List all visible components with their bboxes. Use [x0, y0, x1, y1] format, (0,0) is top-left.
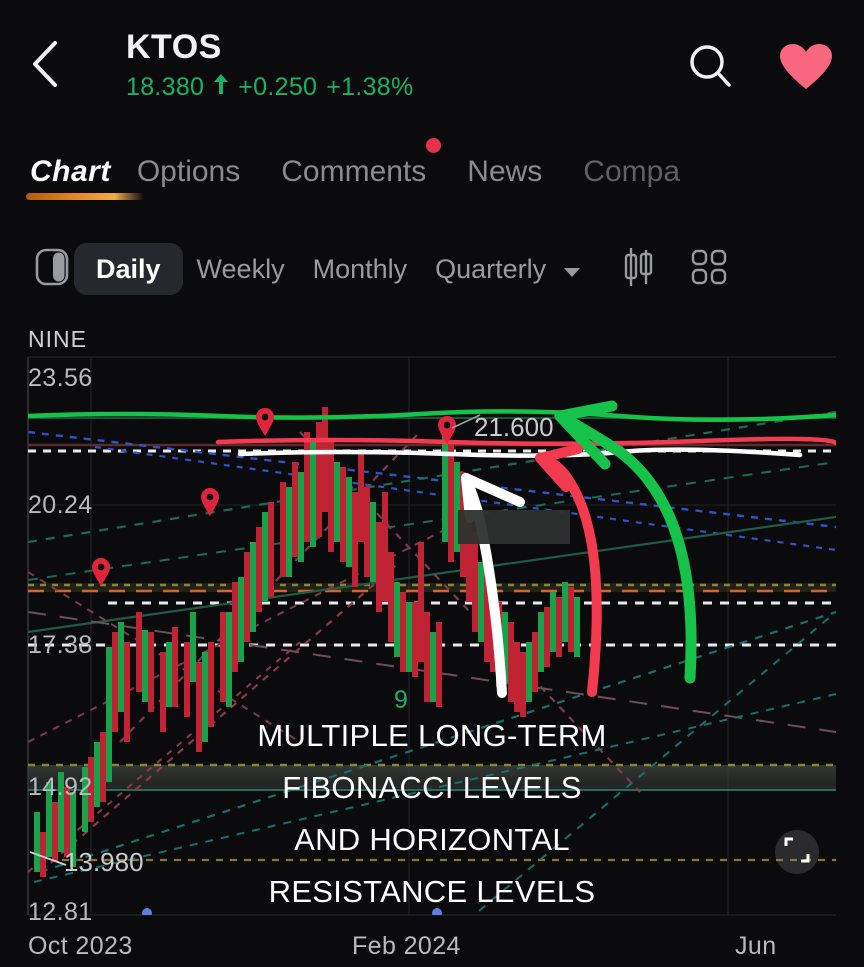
- quote-change-percent: +1.38%: [326, 73, 414, 101]
- quote-price: 18.380: [126, 73, 205, 101]
- tab-options-label: Options: [136, 155, 241, 188]
- symbol-block[interactable]: KTOS 18.380 +0.250 +1.38%: [126, 26, 414, 102]
- y-axis-label-2356: 23.56: [28, 364, 93, 392]
- search-button[interactable]: [684, 40, 738, 94]
- signal-marker-9-a: [256, 408, 274, 436]
- arrow-up-icon: [213, 72, 229, 102]
- timeframe-monthly[interactable]: Monthly: [299, 243, 422, 295]
- chart-type-button[interactable]: [617, 247, 661, 291]
- tab-comments[interactable]: Comments: [281, 138, 447, 194]
- fullscreen-button[interactable]: [775, 830, 819, 874]
- timeframe-quarterly-label: Quarterly: [435, 254, 547, 284]
- y-axis-label-1281: 12.81: [28, 898, 93, 926]
- search-icon: [684, 45, 738, 98]
- layout-grid-button[interactable]: [687, 247, 731, 291]
- timeframe-toolbar: Daily Weekly Monthly Quarterly: [0, 238, 864, 300]
- y-axis-label-1738: 17.38: [28, 631, 93, 659]
- signal-marker-9-d: [92, 558, 110, 586]
- x-axis-label-jun: Jun: [735, 932, 777, 960]
- grid-four-icon: [690, 248, 728, 291]
- split-panel-icon: [34, 247, 70, 292]
- price-tag-13980: 13.980: [64, 847, 144, 877]
- timeframe-quarterly[interactable]: Quarterly: [421, 243, 595, 295]
- section-tabs: Chart Options Comments News Compa: [0, 138, 864, 212]
- tab-company-label: Compa: [583, 155, 681, 188]
- tab-chart[interactable]: Chart: [26, 150, 144, 200]
- candlestick-icon: [620, 246, 658, 293]
- x-axis-label-feb2024: Feb 2024: [352, 932, 461, 960]
- price-tag-21600: 21.600: [474, 412, 554, 442]
- chart-container[interactable]: NINE 9 23.56 20.24 17.38 14.92 12.81 21.…: [0, 312, 864, 967]
- split-panel-button[interactable]: [30, 247, 74, 291]
- chart-value-box: [458, 510, 570, 544]
- ticker-symbol: KTOS: [126, 28, 222, 66]
- heart-icon: [778, 44, 834, 96]
- signal-marker-9-e: 9: [394, 686, 408, 714]
- favorite-button[interactable]: [778, 42, 834, 92]
- comments-badge-dot: [426, 138, 442, 153]
- tab-options[interactable]: Options: [137, 150, 261, 194]
- timeframe-daily[interactable]: Daily: [74, 243, 183, 295]
- stock-chart-screen: KTOS 18.380 +0.250 +1.38% Chart Options …: [0, 0, 864, 967]
- x-axis-label-oct2023: Oct 2023: [28, 932, 133, 960]
- tab-chart-label: Chart: [30, 155, 111, 188]
- signal-marker-9-c: [201, 488, 219, 516]
- header-bar: KTOS 18.380 +0.250 +1.38%: [0, 0, 864, 135]
- tab-company[interactable]: Compa: [583, 150, 701, 194]
- axis-event-dots[interactable]: [142, 908, 442, 918]
- timeframe-weekly[interactable]: Weekly: [183, 243, 299, 295]
- tab-news-label: News: [467, 155, 543, 188]
- quote-change: +0.250: [238, 73, 318, 101]
- active-tab-underline: [26, 193, 144, 200]
- y-axis-label-1492: 14.92: [28, 773, 93, 801]
- quote-row: 18.380 +0.250 +1.38%: [126, 72, 414, 102]
- chevron-left-icon: [27, 39, 63, 89]
- fullscreen-expand-icon: [784, 837, 810, 868]
- tab-news[interactable]: News: [467, 150, 563, 194]
- back-button[interactable]: [22, 38, 68, 90]
- chevron-down-icon: [563, 243, 581, 295]
- y-axis-label-2024: 20.24: [28, 491, 93, 519]
- tab-comments-label: Comments: [281, 155, 427, 188]
